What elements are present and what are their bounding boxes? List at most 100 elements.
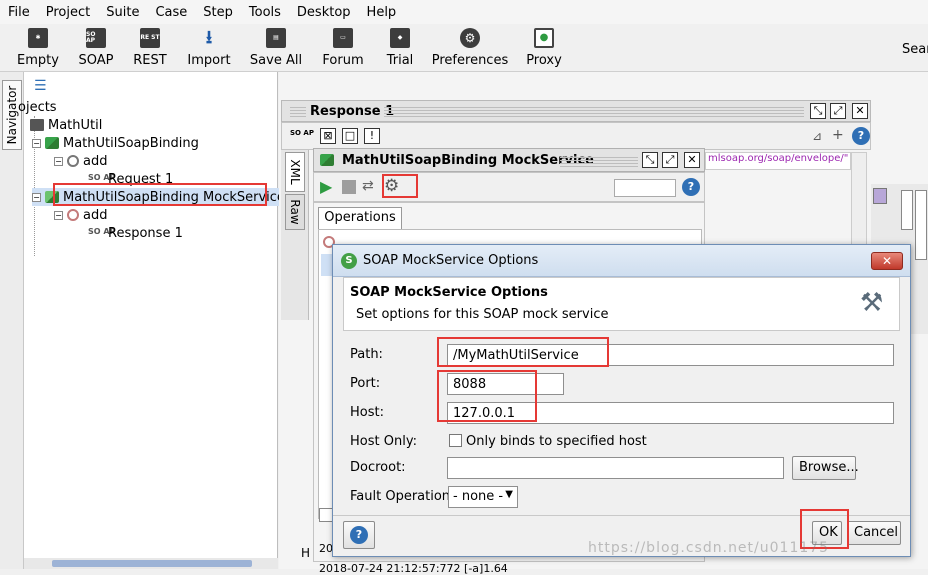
menu-desktop[interactable]: Desktop: [289, 5, 359, 20]
forum-button[interactable]: ▭ Forum: [320, 26, 366, 70]
dialog-heading: SOAP MockService Options: [350, 285, 548, 300]
close-icon[interactable]: ✕: [684, 152, 700, 168]
proxy-icon: ●: [534, 28, 554, 48]
cancel-button[interactable]: Cancel: [847, 521, 901, 545]
menu-suite[interactable]: Suite: [98, 5, 147, 20]
help-icon: ?: [350, 526, 368, 544]
tree-view-icon[interactable]: ☰: [34, 78, 47, 94]
port-label: Port:: [350, 376, 381, 391]
tools-icon: ⚒: [860, 288, 884, 318]
tab-xml[interactable]: XML: [285, 152, 305, 192]
pin-icon[interactable]: ⊿: [812, 129, 822, 143]
proxy-button[interactable]: ● Proxy: [524, 26, 564, 70]
help-icon[interactable]: ?: [682, 178, 700, 196]
new-empty-project-icon: ✱: [28, 28, 48, 48]
maximize-icon[interactable]: ⤢: [662, 152, 678, 168]
dialog-header: SOAP MockService Options Set options for…: [343, 277, 900, 331]
search-label: Sear: [902, 42, 928, 57]
forum-icon: ▭: [333, 28, 353, 48]
close-icon[interactable]: ✕: [852, 103, 868, 119]
tree-project[interactable]: MathUtil: [30, 116, 102, 134]
soap-button[interactable]: SO AP SOAP: [76, 26, 116, 70]
response-side-tabs: XML Raw: [281, 150, 309, 320]
menu-file[interactable]: File: [0, 5, 38, 20]
host-label: Host:: [350, 405, 384, 420]
highlight-options-gear: [382, 174, 418, 198]
import-icon: ⭳: [205, 27, 213, 48]
trial-icon: ◆: [390, 28, 410, 48]
menu-tools[interactable]: Tools: [241, 5, 289, 20]
tree-root[interactable]: ojects: [18, 98, 57, 116]
square-icon[interactable]: □: [342, 128, 358, 144]
fault-operation-label: Fault Operation:: [350, 489, 455, 504]
detach-icon[interactable]: ⤡: [810, 103, 826, 119]
info-icon[interactable]: !: [364, 128, 380, 144]
mock-response-icon: SO AP: [88, 227, 116, 236]
log-checkbox[interactable]: [319, 508, 333, 522]
operation-icon: [67, 155, 79, 167]
help-button[interactable]: ?: [343, 521, 375, 549]
tab-operations[interactable]: Operations: [318, 207, 402, 229]
menu-help[interactable]: Help: [359, 5, 405, 20]
restart-icon[interactable]: ⇄: [362, 178, 374, 194]
tree-operation[interactable]: − add: [54, 152, 107, 170]
scrollbar-thumb[interactable]: [52, 560, 252, 567]
tree-horizontal-scrollbar[interactable]: [24, 558, 278, 569]
mock-service-icon: [320, 154, 334, 166]
add-icon[interactable]: +: [832, 127, 844, 143]
collapse-toggle[interactable]: −: [54, 210, 63, 220]
docroot-input[interactable]: [447, 457, 784, 479]
highlight-mock-service: [53, 183, 267, 206]
mock-toolbar: ▶ ⇄ ⚙ ?: [313, 172, 705, 202]
interface-icon: [45, 137, 59, 149]
preferences-button[interactable]: ⚙ Preferences: [432, 26, 508, 70]
browse-button[interactable]: Browse...: [792, 456, 859, 480]
save-all-button[interactable]: ▤ Save All: [250, 26, 302, 70]
chevron-down-icon: ▼: [505, 489, 513, 500]
collapse-toggle[interactable]: −: [32, 192, 41, 202]
gear-icon: ⚙: [460, 28, 480, 48]
response-panel-titlebar: Response 1 ⤡ ⤢ ✕: [281, 100, 871, 122]
watermark: https://blog.csdn.net/u011175: [588, 540, 830, 556]
fault-operation-select[interactable]: - none - ▼: [448, 486, 518, 508]
start-icon[interactable]: ▶: [320, 177, 332, 196]
maximize-icon[interactable]: ⤢: [830, 103, 846, 119]
highlight-port-host: [437, 370, 537, 422]
help-icon[interactable]: ?: [852, 127, 870, 145]
tree-binding[interactable]: − MathUtilSoapBinding: [32, 134, 199, 152]
host-only-label: Host Only:: [350, 434, 417, 449]
empty-button[interactable]: ✱ Empty: [17, 26, 59, 70]
response-toolbar: SO AP ⊠ □ ! ⊿ + ?: [281, 122, 871, 150]
main-toolbar: ✱ Empty SO AP SOAP RE ST REST ⭳ Import ▤…: [0, 24, 928, 72]
menu-case[interactable]: Case: [147, 5, 195, 20]
stop-icon[interactable]: [342, 180, 356, 194]
import-button[interactable]: ⭳ Import: [186, 26, 232, 70]
collapse-toggle[interactable]: −: [32, 138, 41, 148]
rest-icon: RE ST: [140, 28, 160, 48]
rest-button[interactable]: RE ST REST: [130, 26, 170, 70]
dialog-description: Set options for this SOAP mock service: [356, 307, 609, 322]
project-tree: ☰ ojects MathUtil − MathUtilSoapBinding …: [18, 72, 285, 569]
mock-search-input[interactable]: [614, 179, 676, 197]
log-prefix: H: [301, 546, 311, 560]
highlight-path: [437, 337, 609, 367]
menu-step[interactable]: Step: [195, 5, 241, 20]
host-only-checkbox-label: Only binds to specified host: [466, 434, 647, 449]
tab-raw[interactable]: Raw: [285, 194, 305, 230]
log-line: 20: [319, 542, 333, 555]
trial-button[interactable]: ◆ Trial: [382, 26, 418, 70]
xml-content-snippet: mlsoap.org/soap/envelope/" x: [705, 152, 851, 170]
tree-mock-operation[interactable]: − add: [54, 206, 107, 224]
format-icon[interactable]: ⊠: [320, 128, 336, 144]
soapui-logo-icon: S: [341, 253, 357, 269]
menu-bar: File Project Suite Case Step Tools Deskt…: [0, 0, 928, 24]
save-all-icon: ▤: [266, 28, 286, 48]
mock-panel-titlebar: MathUtilSoapBinding MockService ⤡ ⤢ ✕: [313, 148, 705, 172]
collapse-toggle[interactable]: −: [54, 156, 63, 166]
path-label: Path:: [350, 347, 383, 362]
tree-mock-response[interactable]: SO AP Response 1: [88, 224, 183, 242]
close-icon[interactable]: ✕: [871, 252, 903, 270]
detach-icon[interactable]: ⤡: [642, 152, 658, 168]
menu-project[interactable]: Project: [38, 5, 98, 20]
host-only-checkbox[interactable]: [449, 434, 462, 447]
